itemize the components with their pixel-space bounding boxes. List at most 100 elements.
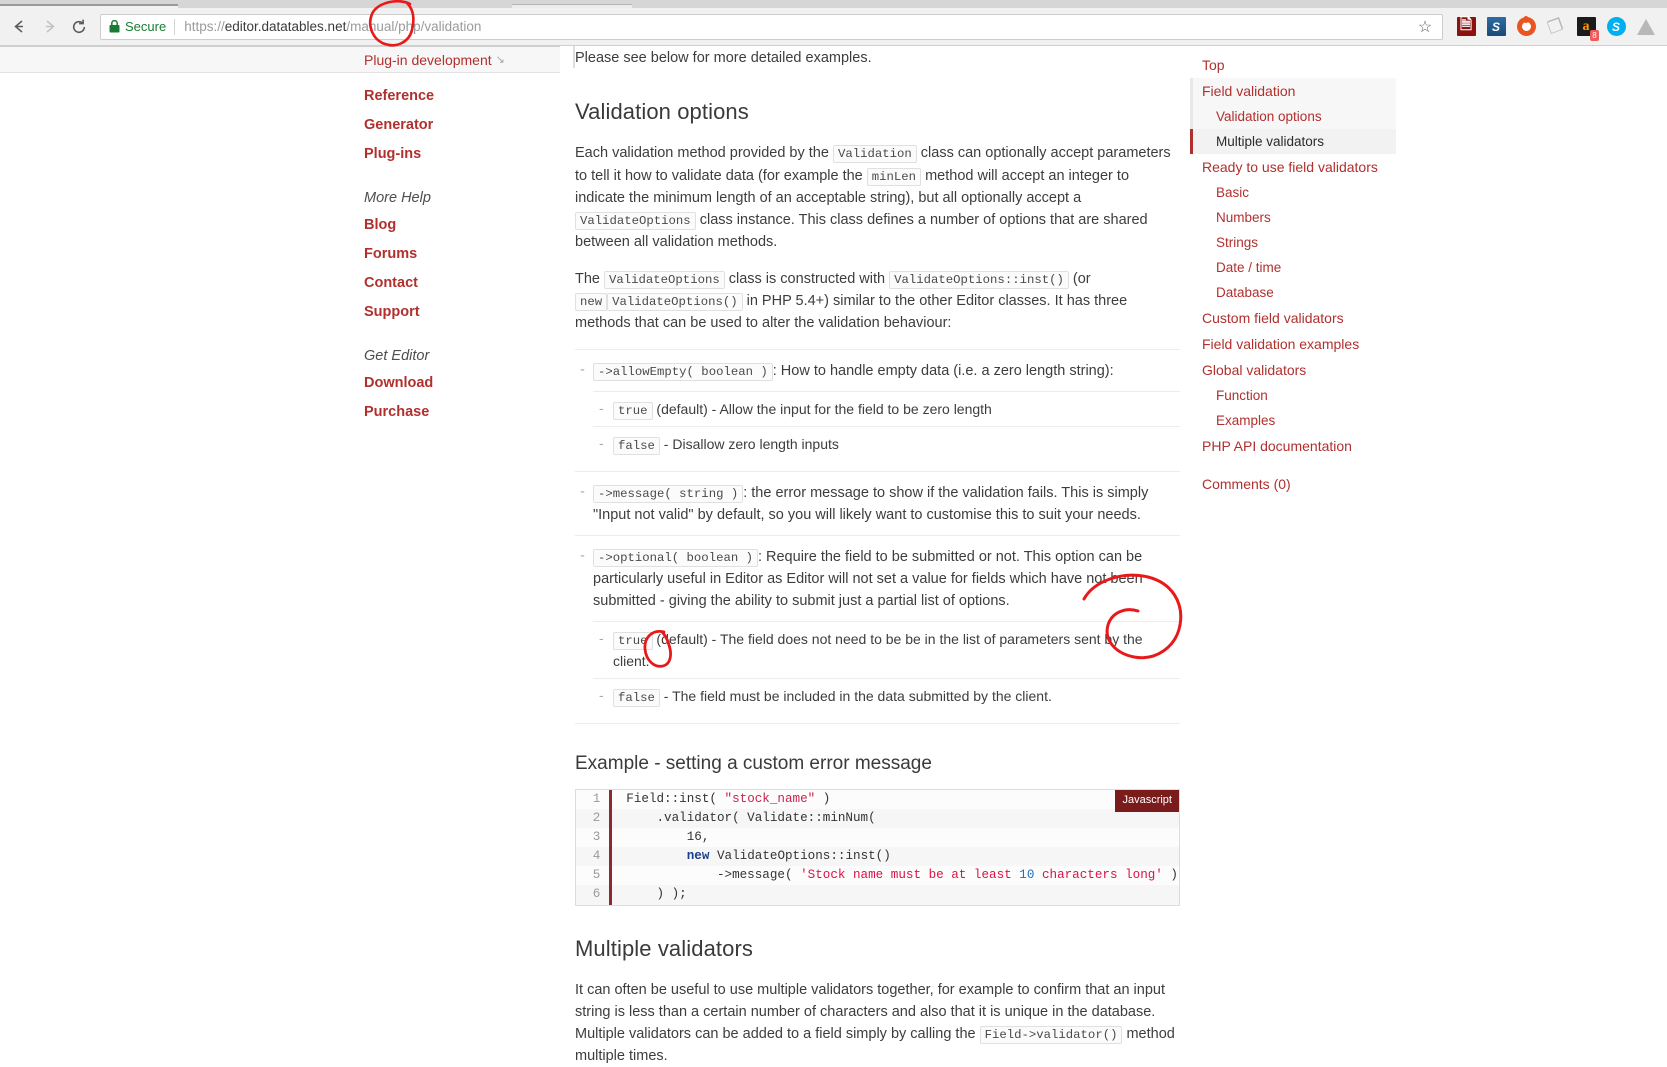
code-token-validateoptions-call: ValidateOptions()	[607, 292, 743, 311]
toc-item-examples[interactable]: Examples	[1190, 408, 1396, 433]
code-line-content: 16,	[626, 830, 710, 845]
skype-extension-icon[interactable]: S	[1601, 12, 1631, 42]
forward-button[interactable]	[34, 12, 64, 42]
toc-item-numbers[interactable]: Numbers	[1190, 205, 1396, 230]
left-sidebar: Plug-in development ↘ Reference Generato…	[0, 45, 1667, 890]
sidebar-item-download[interactable]: Download	[364, 375, 564, 391]
paragraph-multiple-validators: It can often be useful to use multiple v…	[575, 979, 1180, 1067]
code-token-false-1: false	[613, 437, 660, 456]
toc-item-multiple-validators[interactable]: Multiple validators	[1190, 129, 1396, 154]
code-line-content: .validator( Validate::minNum(	[610, 808, 1179, 829]
toc-list: Top Field validation Validation options …	[1190, 46, 1667, 497]
url-domain: editor.datatables.net	[224, 19, 347, 34]
code-line-row: 6 ) );	[576, 885, 1179, 905]
option-optional: ->optional( boolean ): Require the field…	[575, 535, 1180, 724]
omnibox-divider	[174, 18, 176, 35]
toc-item-php-api-documentation[interactable]: PHP API documentation	[1190, 433, 1396, 459]
bookmark-star-icon[interactable]: ☆	[1414, 17, 1436, 37]
drive-extension-icon[interactable]	[1631, 12, 1661, 42]
toc-item-comments[interactable]: Comments (0)	[1190, 471, 1396, 497]
toc-item-database[interactable]: Database	[1190, 280, 1396, 305]
code-line-number: 4	[576, 847, 613, 867]
lock-icon	[109, 20, 120, 33]
validation-options-list: ->allowEmpty( boolean ): How to handle e…	[575, 348, 1180, 724]
toc-item-validation-options[interactable]: Validation options	[1190, 104, 1396, 129]
sidebar-item-plugin-development[interactable]: Plug-in development ↘	[0, 46, 560, 73]
toc-item-date-time[interactable]: Date / time	[1190, 255, 1396, 280]
adobe-acrobat-icon[interactable]: 🗎	[1451, 12, 1481, 42]
code-line-number: 2	[576, 808, 613, 829]
sidebar-item-forums[interactable]: Forums	[364, 246, 564, 262]
code-line-row: 2 .validator( Validate::minNum(	[576, 808, 1179, 829]
address-bar[interactable]: Secure https://editor.datatables.net/man…	[100, 13, 1443, 40]
para2-text-c: (or	[1068, 270, 1091, 287]
s-extension-icon[interactable]: S	[1481, 12, 1511, 42]
code-token-message: ->message( string )	[593, 485, 744, 504]
code-block[interactable]: Javascript 1 Field::inst( "stock_name" )…	[575, 788, 1180, 906]
sidebar-item-generator[interactable]: Generator	[364, 117, 564, 133]
intro-marker	[573, 46, 575, 68]
reload-button[interactable]	[64, 12, 94, 42]
page-title: Validation options	[575, 99, 749, 125]
code-line-row: 3 16,	[576, 828, 1179, 848]
sidebar-item-plugin-development-label: Plug-in development	[364, 51, 492, 68]
toc-item-global-validators[interactable]: Global validators	[1190, 357, 1396, 383]
browser-chrome: Secure https://editor.datatables.net/man…	[0, 0, 1667, 46]
code-token-false-2: false	[613, 689, 660, 708]
tab-strip	[0, 0, 1667, 8]
code-language-badge: Javascript	[1115, 789, 1179, 812]
sidebar-item-plugins[interactable]: Plug-ins	[364, 146, 564, 162]
code-line-number: 1	[576, 789, 613, 809]
code-line-content: ) );	[610, 885, 1179, 905]
page-content: Plug-in development ↘ Reference Generato…	[0, 45, 1667, 1064]
toc-item-strings[interactable]: Strings	[1190, 230, 1396, 255]
code-line-number: 3	[576, 828, 613, 848]
url-path: /manual/php/validation	[346, 19, 482, 34]
paragraph-validateoptions-construct: The ValidateOptions class is constructed…	[575, 268, 1180, 334]
option-optional-false: false - The field must be included in th…	[593, 678, 1180, 714]
example-heading: Example - setting a custom error message	[575, 752, 932, 774]
toc-item-top[interactable]: Top	[1190, 52, 1396, 78]
para2-text-a: The	[575, 270, 605, 287]
amazon-extension-icon[interactable]: a 8	[1571, 12, 1601, 42]
code-token-validation: Validation	[832, 145, 917, 164]
code-token-optional: ->optional( boolean )	[593, 549, 758, 568]
code-token-minlen: minLen	[866, 167, 922, 186]
toc-item-function[interactable]: Function	[1190, 383, 1396, 408]
sidebar-item-blog[interactable]: Blog	[364, 217, 564, 233]
s-extension-glyph: S	[1486, 17, 1506, 36]
skype-glyph: S	[1606, 17, 1626, 36]
ubuntu-extension-icon[interactable]	[1511, 12, 1541, 42]
toc-item-basic[interactable]: Basic	[1190, 180, 1396, 205]
sidebar-heading-more-help: More Help	[364, 190, 431, 206]
broom-extension-icon[interactable]: ❐	[1541, 12, 1571, 42]
code-line-number: 5	[576, 866, 613, 886]
sidebar-item-contact[interactable]: Contact	[364, 275, 564, 291]
toc-spacer	[1190, 459, 1667, 471]
url-scheme: https://	[184, 19, 225, 34]
code-line-content: Field::inst( "stock_name" )	[626, 791, 831, 806]
sidebar-item-support[interactable]: Support	[364, 304, 564, 320]
option-allowempty: ->allowEmpty( boolean ): How to handle e…	[575, 348, 1180, 471]
back-button[interactable]	[4, 12, 34, 42]
sidebar-item-purchase[interactable]: Purchase	[364, 404, 564, 420]
code-token-validateoptions-2: ValidateOptions	[604, 270, 725, 289]
url-text: https://editor.datatables.net/manual/php…	[184, 19, 1414, 34]
toc-item-field-validation-examples[interactable]: Field validation examples	[1190, 331, 1396, 357]
toc-item-ready-to-use-field-validators[interactable]: Ready to use field validators	[1190, 154, 1396, 180]
code-token-validateoptions-inst: ValidateOptions::inst()	[889, 270, 1069, 289]
sidebar-item-reference[interactable]: Reference	[364, 88, 564, 104]
sidebar-heading-get-editor: Get Editor	[364, 348, 430, 364]
code-token-true-2: true	[613, 632, 653, 651]
code-line-row: 4 new ValidateOptions::inst()	[576, 847, 1179, 867]
option-allowempty-true-text: (default) - Allow the input for the fiel…	[656, 400, 992, 417]
option-optional-sublist: true (default) - The field does not need…	[593, 621, 1180, 714]
code-line-content: new ValidateOptions::inst()	[610, 847, 1179, 867]
chevron-down-right-icon: ↘	[495, 54, 505, 66]
toc-item-field-validation[interactable]: Field validation	[1190, 78, 1396, 104]
code-token-true-1: true	[613, 401, 653, 420]
option-allowempty-text: : How to handle empty data (i.e. a zero …	[772, 362, 1114, 379]
code-token-validateoptions: ValidateOptions	[575, 211, 696, 230]
option-optional-false-text: - The field must be included in the data…	[663, 688, 1052, 705]
toc-item-custom-field-validators[interactable]: Custom field validators	[1190, 305, 1396, 331]
